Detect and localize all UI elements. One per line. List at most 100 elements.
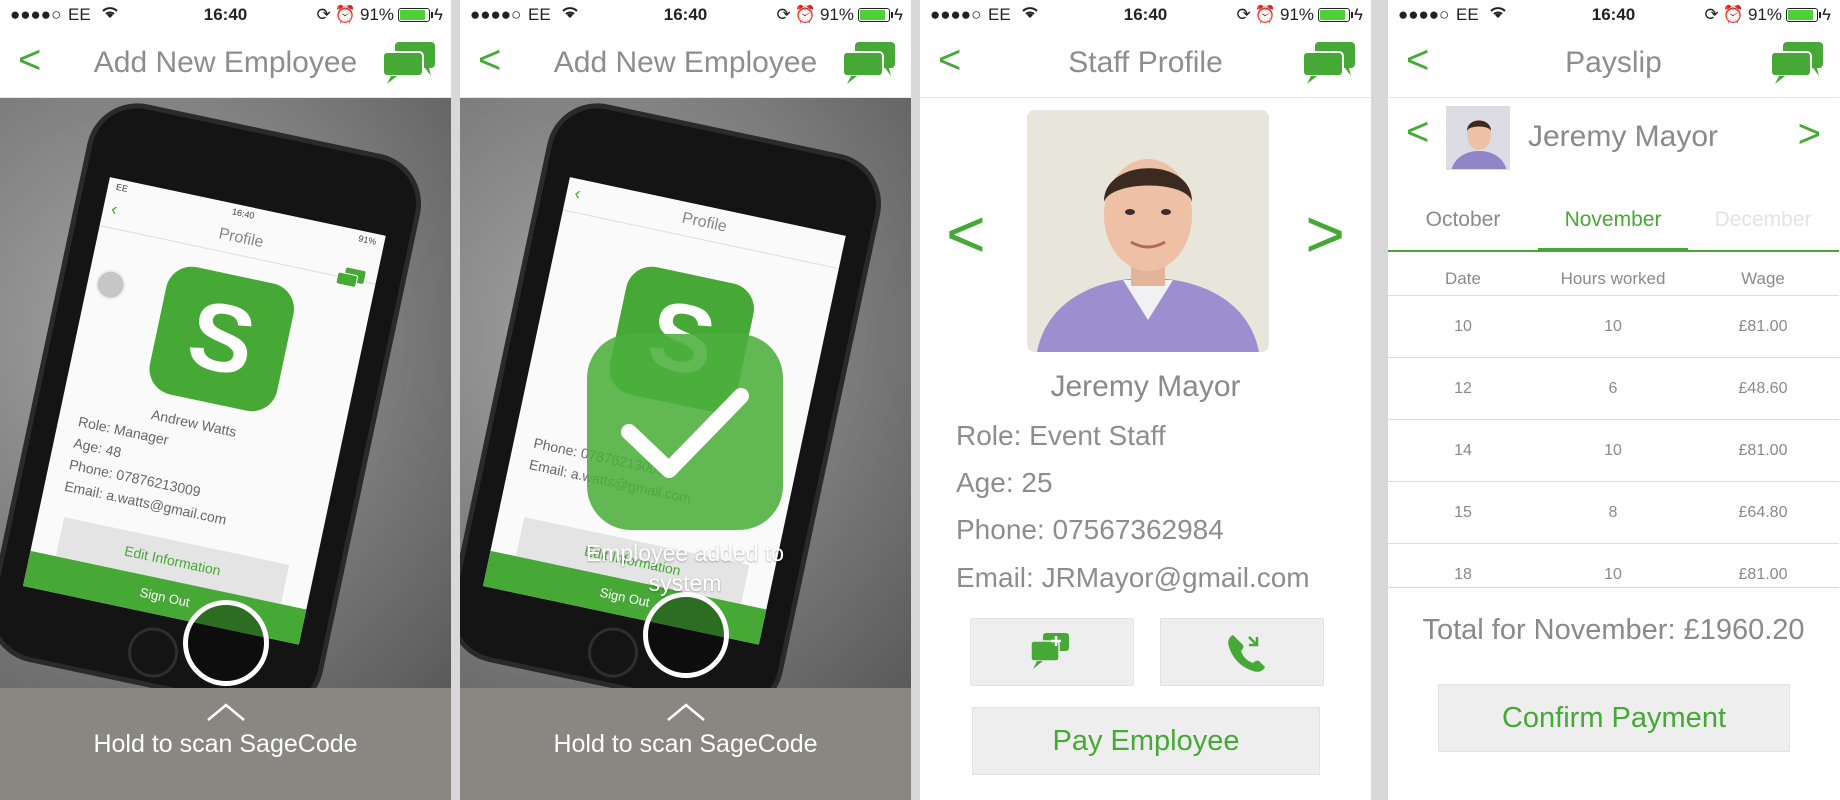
scan-shutter-button[interactable] bbox=[643, 592, 729, 678]
phone-photo-carrier: EE bbox=[115, 181, 129, 195]
column-header-date: Date bbox=[1445, 268, 1481, 288]
table-row: 12 6 £48.60 bbox=[1388, 358, 1839, 420]
pay-employee-button[interactable]: Pay Employee bbox=[972, 707, 1320, 775]
previous-staff-button[interactable]: < bbox=[946, 195, 986, 273]
tab-november[interactable]: November bbox=[1538, 208, 1688, 232]
tab-october[interactable]: October bbox=[1388, 208, 1538, 232]
chevron-up-icon bbox=[667, 703, 705, 721]
status-right: ⟳ ⏰ 91% ϟ bbox=[1705, 5, 1831, 25]
scan-shutter-button[interactable] bbox=[183, 600, 269, 686]
table-row: 14 10 £81.00 bbox=[1388, 420, 1839, 482]
table-row: 18 10 £81.00 bbox=[1388, 544, 1839, 587]
charging-icon: ϟ bbox=[434, 5, 443, 24]
next-staff-button[interactable]: > bbox=[1305, 195, 1345, 273]
staff-email: Email: JRMayor@gmail.com bbox=[956, 562, 1310, 593]
chat-icon[interactable] bbox=[1301, 40, 1357, 84]
portrait-image bbox=[1027, 110, 1269, 352]
phone-photo-screen: EE 16:40 91% ‹ Profile S Andrew Watts Ro… bbox=[23, 177, 386, 645]
cell-hours: 10 bbox=[1604, 441, 1622, 459]
checkmark-icon bbox=[621, 388, 749, 478]
phone-photo-battery: 91% bbox=[357, 233, 378, 247]
cell-wage: £64.80 bbox=[1738, 503, 1788, 521]
phone-photo-title: Profile bbox=[680, 209, 729, 236]
chat-icon[interactable] bbox=[381, 40, 437, 84]
avatar bbox=[1446, 106, 1510, 170]
month-tabs: October November December bbox=[1388, 200, 1839, 252]
active-tab-indicator bbox=[1538, 248, 1688, 252]
status-right: ⟳ ⏰ 91% ϟ bbox=[777, 5, 903, 25]
nav-bar: < Add New Employee bbox=[460, 28, 911, 98]
nav-bar: < Payslip bbox=[1388, 28, 1839, 98]
call-staff-button[interactable] bbox=[1160, 618, 1324, 686]
battery-percent: 91% bbox=[359, 5, 394, 24]
panel-separator bbox=[451, 0, 460, 800]
cell-hours: 10 bbox=[1604, 565, 1622, 583]
employee-selector: < Jeremy Mayor > bbox=[1388, 100, 1839, 190]
rotation-lock-icon: ⟳ bbox=[316, 5, 331, 24]
table-header: Date Hours worked Wage bbox=[1388, 262, 1839, 296]
alarm-icon: ⏰ bbox=[794, 5, 816, 24]
phone-photo-time: 16:40 bbox=[231, 206, 256, 221]
battery-icon bbox=[1786, 8, 1821, 22]
battery-percent: 91% bbox=[1279, 5, 1314, 24]
nav-bar: < Add New Employee bbox=[0, 28, 451, 98]
rotation-lock-icon: ⟳ bbox=[1704, 5, 1719, 24]
charging-icon: ϟ bbox=[1354, 5, 1363, 24]
screen-add-employee-scan: ●●●●○ EE 16:40 ⟳ ⏰ 91% ϟ < Add New Emplo… bbox=[0, 0, 451, 800]
screen-staff-profile: ●●●●○ EE 16:40 ⟳ ⏰ 91% ϟ < Staff Profile… bbox=[920, 0, 1371, 800]
cell-wage: £48.60 bbox=[1738, 379, 1788, 397]
employee-name: Jeremy Mayor bbox=[1528, 120, 1719, 153]
table-row: 10 10 £81.00 bbox=[1388, 296, 1839, 358]
chat-icon[interactable] bbox=[841, 40, 897, 84]
cell-wage: £81.00 bbox=[1738, 441, 1788, 459]
staff-phone: Phone: 07567362984 bbox=[956, 514, 1224, 545]
phone-photo-info: Andrew Watts Role: Manager Age: 48 Phone… bbox=[63, 389, 247, 531]
message-staff-button[interactable] bbox=[970, 618, 1134, 686]
confirm-payment-button[interactable]: Confirm Payment bbox=[1438, 684, 1790, 752]
charging-icon: ϟ bbox=[894, 5, 903, 24]
nav-bar: < Staff Profile bbox=[920, 28, 1371, 98]
cell-date: 15 bbox=[1454, 503, 1472, 521]
next-employee-button[interactable]: > bbox=[1798, 112, 1821, 157]
phone-home-button bbox=[583, 622, 643, 683]
chevron-up-icon bbox=[207, 703, 245, 721]
chat-add-icon bbox=[1030, 633, 1069, 669]
cell-date: 10 bbox=[1454, 317, 1472, 335]
table-row: 15 8 £64.80 bbox=[1388, 482, 1839, 544]
staff-photo bbox=[1027, 110, 1269, 352]
payslip-table[interactable]: Date Hours worked Wage 10 10 £81.00 12 6… bbox=[1388, 262, 1839, 588]
battery-percent: 91% bbox=[819, 5, 854, 24]
alarm-icon: ⏰ bbox=[1254, 5, 1276, 24]
battery-icon bbox=[858, 8, 893, 22]
staff-name: Jeremy Mayor bbox=[1050, 370, 1241, 403]
success-message: Employee added to system bbox=[585, 540, 785, 596]
battery-icon bbox=[1318, 8, 1353, 22]
chat-icon[interactable] bbox=[1769, 40, 1825, 84]
staff-age: Age: 25 bbox=[956, 467, 1053, 498]
rotation-lock-icon: ⟳ bbox=[776, 5, 791, 24]
phone-photo-avatar bbox=[92, 266, 129, 303]
alarm-icon: ⏰ bbox=[334, 5, 356, 24]
phone-photo-nav: ‹ Profile bbox=[562, 177, 846, 270]
cell-hours: 10 bbox=[1604, 317, 1622, 335]
hold-to-scan-label: Hold to scan SageCode bbox=[553, 730, 818, 758]
cell-date: 14 bbox=[1454, 441, 1472, 459]
payment-total: Total for November: £1960.20 bbox=[1422, 614, 1805, 646]
previous-employee-button[interactable]: < bbox=[1406, 110, 1429, 155]
alarm-icon: ⏰ bbox=[1722, 5, 1744, 24]
column-header-wage: Wage bbox=[1741, 268, 1785, 288]
tab-december[interactable]: December bbox=[1688, 208, 1838, 232]
column-header-hours: Hours worked bbox=[1560, 268, 1666, 288]
charging-icon: ϟ bbox=[1822, 5, 1831, 24]
phone-home-button bbox=[123, 622, 183, 683]
status-bar: ●●●●○ EE 16:40 ⟳ ⏰ 91% ϟ bbox=[460, 0, 911, 28]
scanned-phone-photo: EE 16:40 91% ‹ Profile S Andrew Watts Ro… bbox=[0, 99, 425, 688]
cell-hours: 8 bbox=[1608, 503, 1618, 521]
battery-percent: 91% bbox=[1747, 5, 1782, 24]
success-checkmark-badge bbox=[587, 334, 783, 530]
status-right: ⟳ ⏰ 91% ϟ bbox=[1237, 5, 1363, 25]
status-bar: ●●●●○ EE 16:40 ⟳ ⏰ 91% ϟ bbox=[0, 0, 451, 28]
status-bar: ●●●●○ EE 16:40 ⟳ ⏰ 91% ϟ bbox=[920, 0, 1371, 28]
screen-add-employee-success: ●●●●○ EE 16:40 ⟳ ⏰ 91% ϟ < Add New Emplo… bbox=[460, 0, 911, 800]
panel-separator bbox=[911, 0, 920, 800]
